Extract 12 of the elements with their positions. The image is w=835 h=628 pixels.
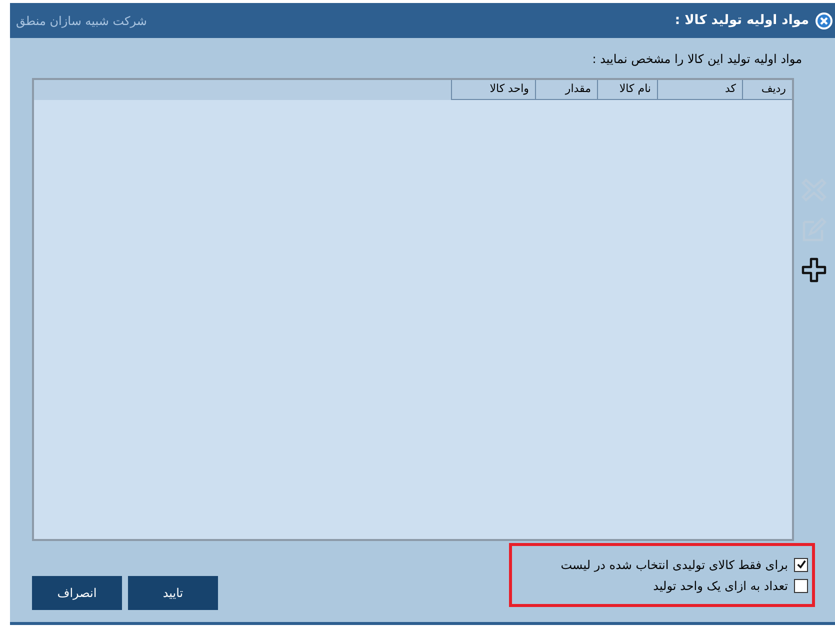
window-title: مواد اولیه تولید کالا : [674,12,809,30]
column-header: کد [657,80,742,100]
instruction-text: مواد اولیه تولید این کالا را مشخص نمایید : [591,51,803,68]
company-name: شرکت شبیه سازان منطق [16,12,147,30]
column-header: مقدار [535,80,597,100]
column-header: واحد کالا [451,80,535,100]
column-header: ردیف [742,80,792,100]
column-header: نام کالا [597,80,657,100]
option-label: تعداد به ازای یک واحد تولید [653,578,788,594]
action-button[interactable]: انصراف [32,576,122,610]
option-label: برای فقط کالای تولیدی انتخاب شده در لیست [560,556,788,574]
action-button[interactable]: تایید [128,576,218,610]
